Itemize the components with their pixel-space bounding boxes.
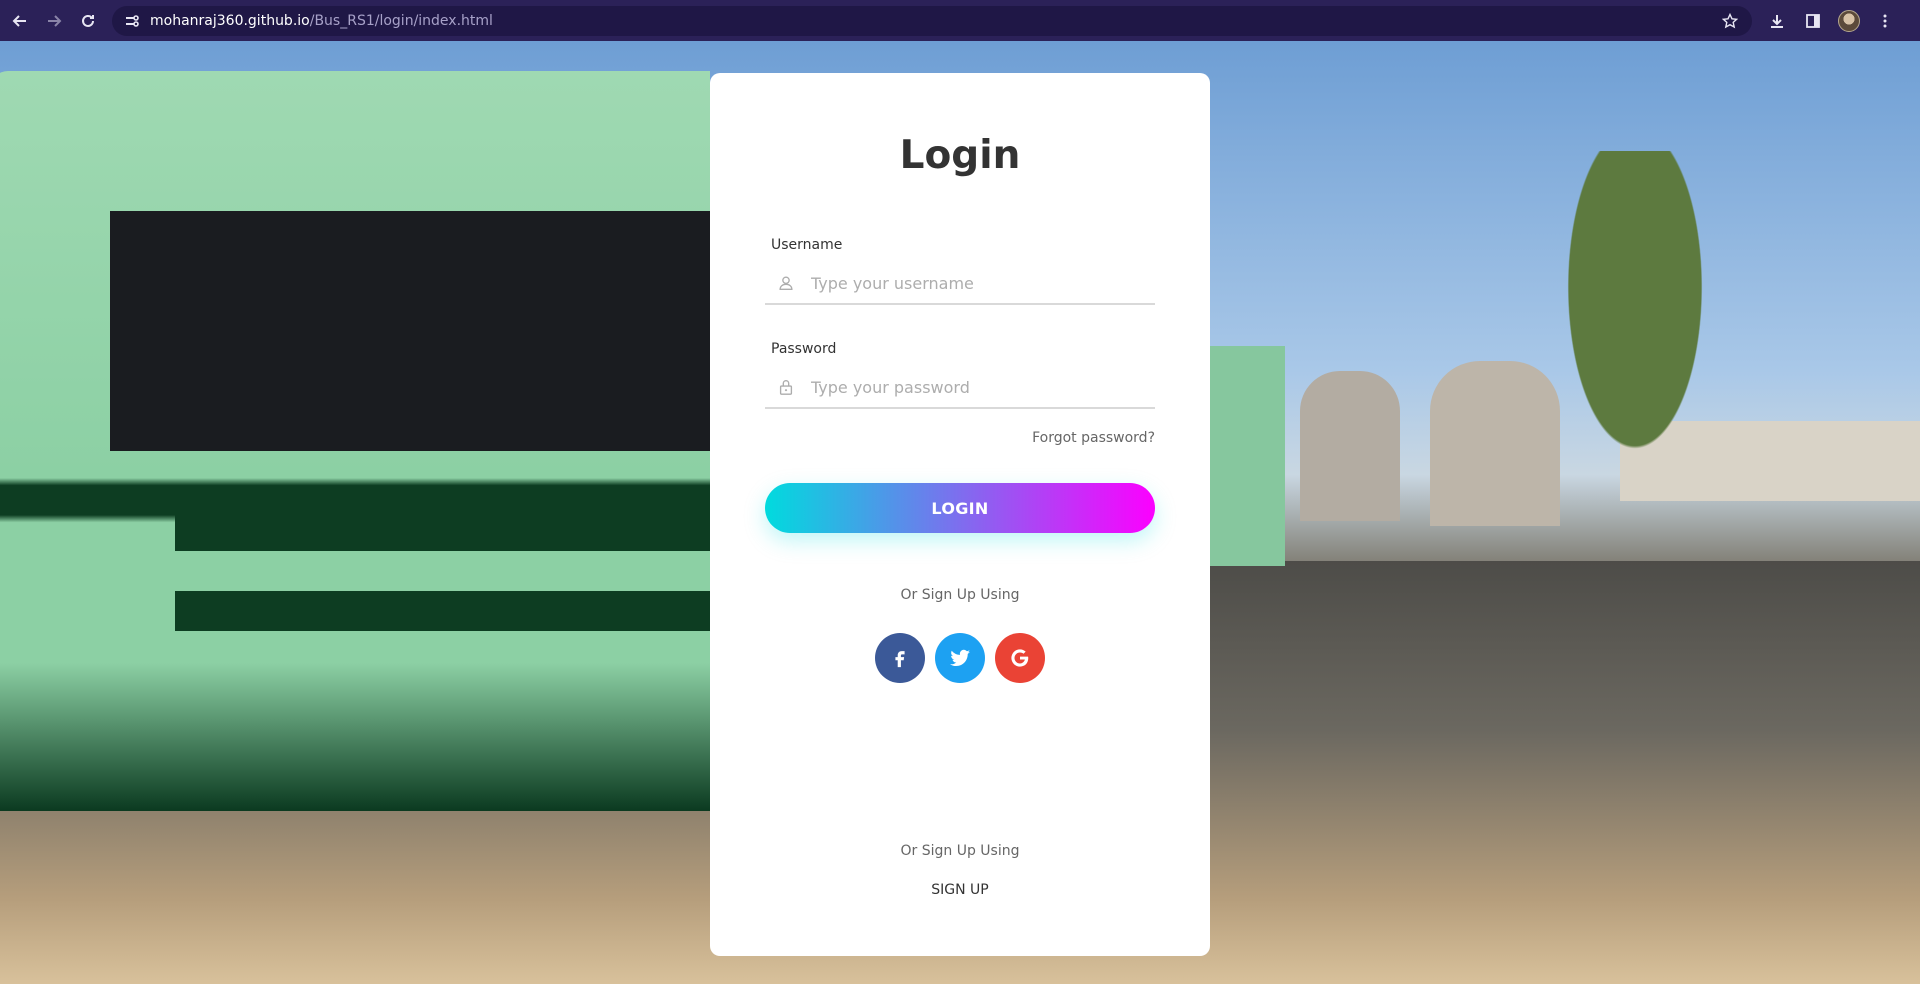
bus-stripe <box>175 491 710 551</box>
arrow-right-icon <box>48 14 62 27</box>
url-host: mohanraj360.github.io <box>150 12 310 29</box>
social-prompt: Or Sign Up Using <box>900 587 1020 603</box>
reload-icon <box>82 14 94 27</box>
password-label: Password <box>771 341 837 357</box>
browser-toolbar: mohanraj360.github.io/Bus_RS1/login/inde… <box>0 0 1920 41</box>
signup-link[interactable]: SIGN UP <box>710 882 1210 898</box>
login-title: Login <box>899 133 1021 178</box>
forgot-password-link[interactable]: Forgot password? <box>1032 430 1155 446</box>
bus-stripe <box>175 591 710 631</box>
url-path: /Bus_RS1/login/index.html <box>309 12 493 29</box>
twitter-button[interactable] <box>935 633 985 683</box>
reload-button[interactable] <box>74 7 102 35</box>
silo <box>1430 361 1560 526</box>
login-button[interactable]: LOGIN <box>765 483 1155 533</box>
password-row <box>765 367 1155 409</box>
menu-kebab-icon[interactable] <box>1872 8 1898 34</box>
social-buttons <box>875 633 1045 683</box>
lock-icon <box>775 376 797 398</box>
login-card: Login Username Password Forgot password?… <box>710 73 1210 956</box>
bookmark-star-icon[interactable] <box>1722 12 1738 29</box>
facebook-button[interactable] <box>875 633 925 683</box>
bus-windows <box>110 211 710 451</box>
silo <box>1300 371 1400 521</box>
signup-prompt: Or Sign Up Using <box>900 843 1020 859</box>
username-label: Username <box>771 237 843 253</box>
address-bar[interactable]: mohanraj360.github.io/Bus_RS1/login/inde… <box>112 5 1752 36</box>
username-row <box>765 263 1155 305</box>
password-input[interactable] <box>809 376 1143 398</box>
site-info-icon[interactable] <box>124 13 140 29</box>
facebook-icon <box>895 651 905 668</box>
arrow-left-icon <box>12 14 26 27</box>
back-button[interactable] <box>6 7 34 35</box>
google-button[interactable] <box>995 633 1045 683</box>
side-panel-icon[interactable] <box>1800 8 1826 34</box>
avatar <box>1838 9 1860 32</box>
distant-bus <box>1205 346 1285 566</box>
forward-button[interactable] <box>40 7 68 35</box>
user-icon <box>775 272 797 294</box>
bus <box>0 71 710 811</box>
google-icon <box>1011 649 1029 667</box>
profile-avatar[interactable] <box>1836 8 1862 34</box>
download-icon[interactable] <box>1764 8 1790 34</box>
username-input[interactable] <box>809 272 1143 294</box>
twitter-icon <box>950 649 970 667</box>
tree <box>1550 151 1720 491</box>
